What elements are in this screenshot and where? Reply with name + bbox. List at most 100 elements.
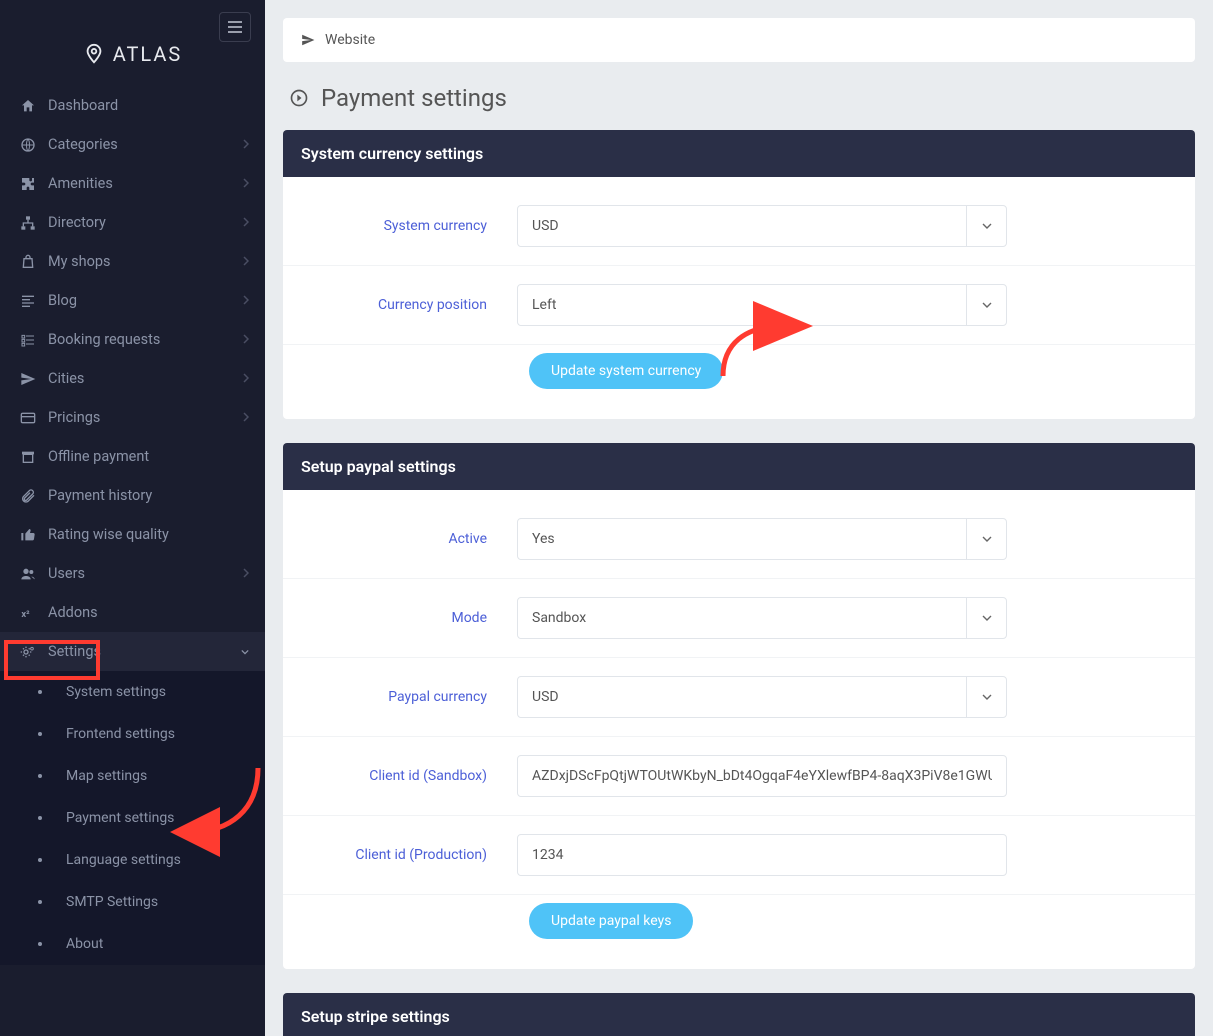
settings-submenu: System settings Frontend settingsMap sett… — [0, 671, 265, 965]
panel-body: System currency USD Currency position Le… — [283, 177, 1195, 419]
sub-item-label: Language settings — [66, 852, 181, 868]
label-paypal-currency: Paypal currency — [301, 689, 517, 705]
sub-item-label: Payment settings — [66, 810, 174, 826]
chevron-right-icon — [243, 177, 249, 191]
panel-header: Setup stripe settings — [283, 993, 1195, 1036]
archive-icon — [14, 449, 42, 465]
button-row-paypal: Update paypal keys — [283, 895, 1195, 959]
chevron-right-icon — [243, 255, 249, 269]
bullet-icon — [38, 942, 42, 946]
sub-item-map-settings[interactable]: Map settings — [0, 755, 265, 797]
form-row-currency-position: Currency position Left — [283, 266, 1195, 345]
sidebar-header: ATLAS — [0, 0, 265, 86]
bullet-icon — [38, 690, 42, 694]
breadcrumb: Website — [283, 18, 1195, 62]
super-icon: x² — [14, 605, 42, 621]
sidebar-item-label: Directory — [48, 214, 106, 231]
select-currency-position[interactable]: Left — [517, 284, 1007, 326]
sidebar-item-directory[interactable]: Directory — [0, 203, 265, 242]
bullet-icon — [38, 900, 42, 904]
sidebar-item-categories[interactable]: Categories — [0, 125, 265, 164]
sidebar-item-booking-requests[interactable]: Booking requests — [0, 320, 265, 359]
sidebar-item-label: Users — [48, 565, 85, 582]
select-paypal-mode[interactable]: Sandbox — [517, 597, 1007, 639]
breadcrumb-label[interactable]: Website — [325, 32, 375, 48]
pin-icon — [83, 43, 105, 65]
select-system-currency[interactable]: USD — [517, 205, 1007, 247]
select-paypal-currency[interactable]: USD — [517, 676, 1007, 718]
chevron-right-icon — [243, 372, 249, 386]
align-left-icon — [14, 293, 42, 309]
clip-icon — [14, 488, 42, 504]
chevron-right-icon — [241, 645, 249, 659]
input-client-sandbox[interactable] — [517, 755, 1007, 797]
select-paypal-active[interactable]: Yes — [517, 518, 1007, 560]
sidebar-item-settings[interactable]: Settings — [0, 632, 265, 671]
brand-text: ATLAS — [113, 42, 183, 66]
sidebar-item-dashboard[interactable]: Dashboard — [0, 86, 265, 125]
sidebar-item-pricings[interactable]: Pricings — [0, 398, 265, 437]
sidebar-item-payment-history[interactable]: Payment history — [0, 476, 265, 515]
label-currency-position: Currency position — [301, 297, 517, 313]
label-client-production: Client id (Production) — [301, 847, 517, 863]
sidebar-item-my-shops[interactable]: My shops — [0, 242, 265, 281]
form-row-system-currency: System currency USD — [283, 187, 1195, 266]
input-client-production[interactable] — [517, 834, 1007, 876]
button-row-currency: Update system currency — [283, 345, 1195, 409]
panel-header: Setup paypal settings — [283, 443, 1195, 490]
sidebar-item-offline-payment[interactable]: Offline payment — [0, 437, 265, 476]
form-row-paypal-active: Active Yes — [283, 500, 1195, 579]
label-system-currency: System currency — [301, 218, 517, 234]
chevron-right-icon — [243, 294, 249, 308]
chevron-right-icon — [243, 567, 249, 581]
sidebar-item-label: Addons — [48, 604, 98, 621]
sub-item-system-settings[interactable]: System settings — [0, 671, 265, 713]
sub-item-label: SMTP Settings — [66, 894, 158, 910]
send-icon — [14, 371, 42, 387]
circle-arrow-icon — [289, 88, 309, 108]
chevron-down-icon — [966, 598, 1006, 638]
chevron-down-icon — [966, 519, 1006, 559]
sub-item-label: System settings — [66, 684, 166, 700]
label-paypal-mode: Mode — [301, 610, 517, 626]
sidebar-item-addons[interactable]: x² Addons — [0, 593, 265, 632]
sitemap-icon — [14, 215, 42, 231]
sub-item-payment-settings[interactable]: Payment settings — [0, 797, 265, 839]
update-paypal-keys-button[interactable]: Update paypal keys — [529, 903, 693, 939]
sub-item-label: About — [66, 936, 103, 952]
sidebar-item-rating-wise-quality[interactable]: Rating wise quality — [0, 515, 265, 554]
card-icon — [14, 410, 42, 426]
bullet-icon — [38, 858, 42, 862]
sidebar: ATLAS DashboardCategories Amenities Direct… — [0, 0, 265, 1036]
hamburger-menu-button[interactable] — [219, 12, 251, 42]
bullet-icon — [38, 732, 42, 736]
sidebar-item-amenities[interactable]: Amenities — [0, 164, 265, 203]
sidebar-item-blog[interactable]: Blog — [0, 281, 265, 320]
sidebar-item-users[interactable]: Users — [0, 554, 265, 593]
sidebar-item-cities[interactable]: Cities — [0, 359, 265, 398]
sidebar-nav: DashboardCategories Amenities Directory My … — [0, 86, 265, 965]
form-row-client-sandbox: Client id (Sandbox) — [283, 737, 1195, 816]
sub-item-frontend-settings[interactable]: Frontend settings — [0, 713, 265, 755]
panel-paypal: Setup paypal settings Active Yes Mode Sa… — [283, 443, 1195, 969]
form-row-paypal-mode: Mode Sandbox — [283, 579, 1195, 658]
sub-item-language-settings[interactable]: Language settings — [0, 839, 265, 881]
page-title-row: Payment settings — [283, 62, 1195, 130]
sidebar-item-label: Payment history — [48, 487, 152, 504]
sub-item-about[interactable]: About — [0, 923, 265, 965]
menu-icon — [228, 21, 242, 33]
gears-icon — [14, 644, 42, 660]
send-icon — [301, 33, 315, 47]
bullet-icon — [38, 774, 42, 778]
panel-stripe: Setup stripe settings Active Yes Test mo… — [283, 993, 1195, 1036]
update-system-currency-button[interactable]: Update system currency — [529, 353, 723, 389]
sub-item-smtp-settings[interactable]: SMTP Settings — [0, 881, 265, 923]
sidebar-item-label: Pricings — [48, 409, 100, 426]
bag-icon — [14, 254, 42, 270]
main-content: Website Payment settings System currency… — [265, 0, 1213, 1036]
sidebar-item-label: Cities — [48, 370, 84, 387]
panel-system-currency: System currency settings System currency… — [283, 130, 1195, 419]
chevron-down-icon — [966, 677, 1006, 717]
form-row-paypal-currency: Paypal currency USD — [283, 658, 1195, 737]
sidebar-item-label: Amenities — [48, 175, 113, 192]
